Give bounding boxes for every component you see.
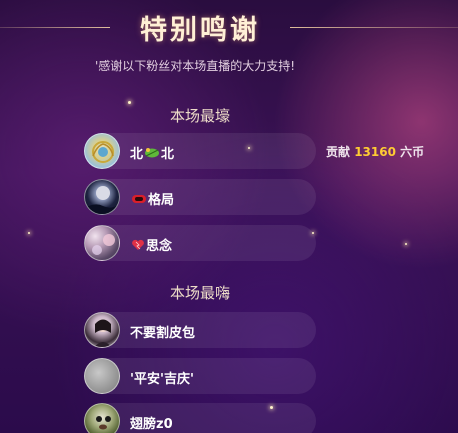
fan-name-part: 北 bbox=[130, 147, 144, 162]
header-divider-right bbox=[290, 27, 458, 28]
contribution-text: 贡献 13160 六币 bbox=[326, 143, 424, 160]
green-leaf-icon bbox=[144, 147, 160, 163]
page-title: 特别鸣谢 bbox=[140, 15, 260, 46]
avatar[interactable] bbox=[84, 133, 120, 169]
avatar[interactable] bbox=[84, 225, 120, 261]
section-title-top-spender: 本场最壕 bbox=[169, 107, 230, 125]
avatar[interactable] bbox=[84, 403, 120, 433]
fan-name: 翅膀z0 bbox=[130, 417, 173, 432]
fan-row-background bbox=[90, 312, 316, 348]
fan-row-background bbox=[90, 403, 316, 433]
section-title-most-active: 本场最嗨 bbox=[169, 284, 230, 302]
fan-row-background bbox=[90, 133, 316, 169]
fan-row-background bbox=[90, 358, 316, 394]
fan-name-text: 思念 bbox=[146, 239, 173, 254]
fan-name: 不要割皮包 bbox=[130, 326, 196, 341]
contribution-unit: 六币 bbox=[400, 145, 425, 159]
fan-name: '平安'吉庆' bbox=[130, 372, 194, 387]
fan-name: 思念 bbox=[130, 235, 172, 255]
sparkle bbox=[28, 232, 30, 234]
sparkle bbox=[128, 101, 131, 104]
fan-row-background bbox=[90, 225, 316, 261]
page-subtitle: '感谢以下粉丝对本场直播的大力支持! bbox=[94, 59, 296, 73]
sparkle bbox=[405, 243, 407, 245]
pet-avatar-icon bbox=[96, 416, 111, 430]
heart-icon bbox=[131, 239, 145, 255]
fan-row-background bbox=[90, 179, 316, 215]
fan-name-part: 北 bbox=[161, 147, 175, 162]
fan-name: 北北 bbox=[130, 143, 174, 163]
avatar[interactable] bbox=[84, 312, 120, 348]
header-divider-left bbox=[0, 27, 110, 28]
fan-name: 格局 bbox=[130, 189, 174, 208]
avatar[interactable] bbox=[84, 358, 120, 394]
fan-name-text: 格局 bbox=[148, 193, 175, 208]
red-pill-icon bbox=[131, 193, 147, 208]
page-header: 特别鸣谢 bbox=[0, 8, 458, 46]
contribution-label: 贡献 bbox=[326, 145, 351, 159]
contribution-value: 13160 bbox=[354, 145, 396, 159]
avatar[interactable] bbox=[84, 179, 120, 215]
